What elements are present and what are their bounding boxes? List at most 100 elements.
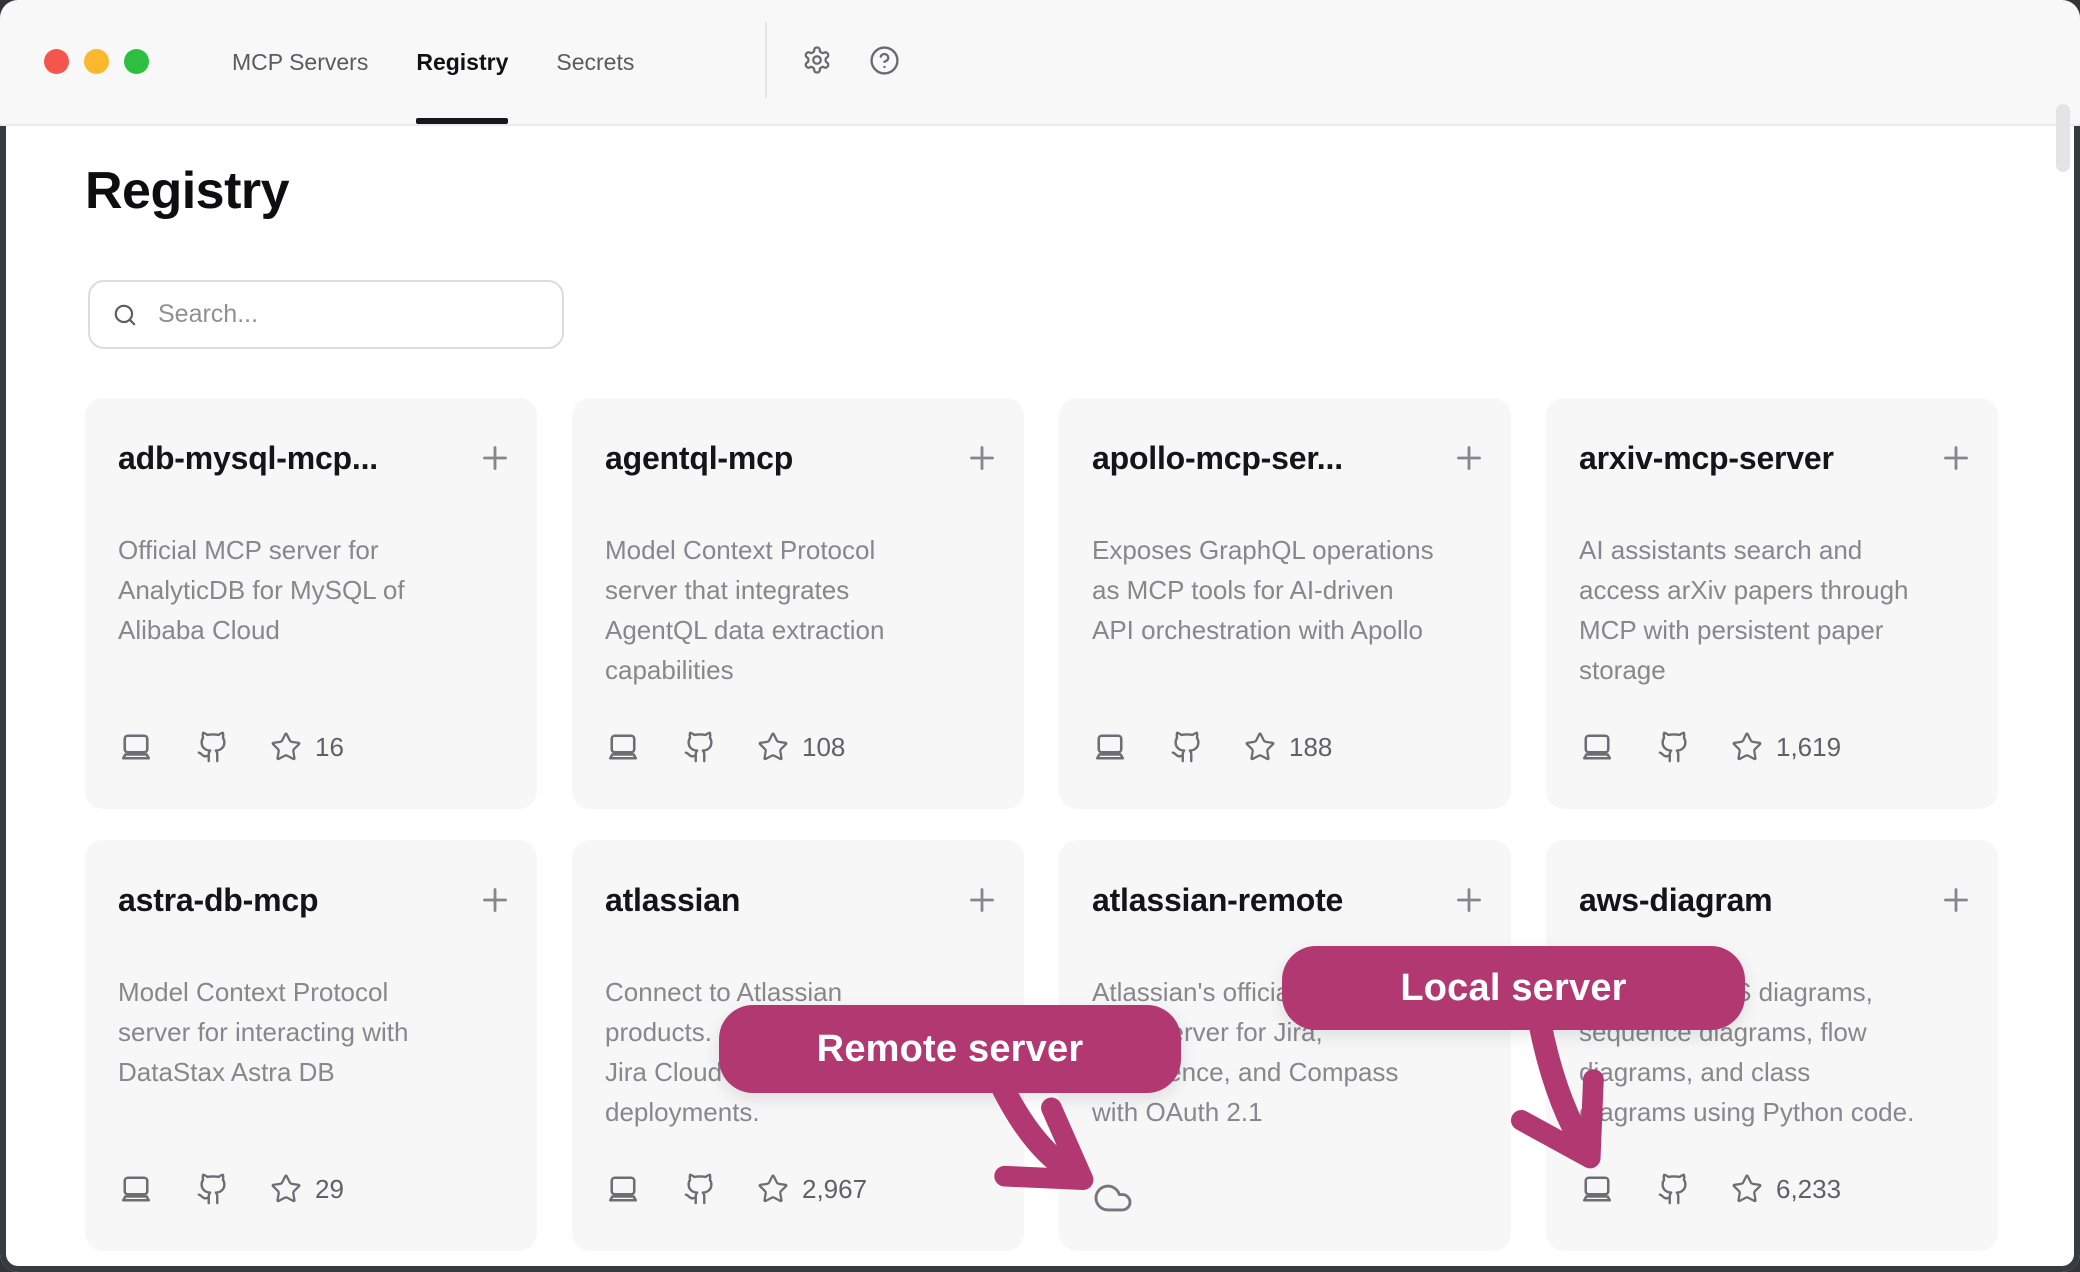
server-name: atlassian-remote bbox=[1092, 880, 1343, 920]
star-icon bbox=[1244, 731, 1276, 763]
tab-label: MCP Servers bbox=[232, 49, 368, 76]
add-server-button[interactable] bbox=[964, 882, 1000, 918]
laptop-icon bbox=[1579, 1171, 1615, 1207]
plus-icon bbox=[477, 440, 513, 476]
remote-server-callout: Remote server bbox=[719, 1005, 1181, 1093]
page-title: Registry bbox=[85, 160, 289, 222]
local-server-label: Local server bbox=[1400, 967, 1626, 1010]
server-card: apollo-mcp-ser... Exposes GraphQL operat… bbox=[1059, 398, 1511, 809]
add-server-button[interactable] bbox=[477, 882, 513, 918]
add-server-button[interactable] bbox=[1451, 882, 1487, 918]
tab-registry[interactable]: Registry bbox=[416, 0, 508, 124]
local-server-callout: Local server bbox=[1282, 946, 1745, 1030]
plus-icon bbox=[477, 882, 513, 918]
gear-icon bbox=[802, 45, 832, 75]
plus-icon bbox=[1938, 882, 1974, 918]
search-input[interactable] bbox=[156, 299, 520, 330]
plus-icon bbox=[1451, 440, 1487, 476]
card-header: atlassian-remote bbox=[1092, 880, 1487, 920]
card-header: astra-db-mcp bbox=[118, 880, 513, 920]
tab-label: Registry bbox=[416, 49, 508, 76]
scrollbar-thumb[interactable] bbox=[2056, 104, 2070, 172]
settings-button[interactable] bbox=[802, 45, 832, 75]
laptop-icon bbox=[605, 1171, 641, 1207]
add-server-button[interactable] bbox=[1938, 440, 1974, 476]
plus-icon bbox=[964, 882, 1000, 918]
card-footer-remote bbox=[1092, 1181, 1134, 1215]
card-footer: 1,619 bbox=[1579, 729, 1841, 765]
cloud-icon bbox=[1092, 1181, 1134, 1215]
help-button[interactable] bbox=[869, 45, 900, 76]
zoom-button[interactable] bbox=[124, 49, 149, 74]
search-icon bbox=[112, 302, 138, 328]
card-footer: 108 bbox=[605, 729, 845, 765]
tab-secrets[interactable]: Secrets bbox=[556, 0, 634, 124]
star-icon bbox=[757, 1173, 789, 1205]
github-icon bbox=[1657, 1172, 1691, 1206]
add-server-button[interactable] bbox=[1938, 882, 1974, 918]
github-icon bbox=[1657, 730, 1691, 764]
laptop-icon bbox=[1092, 729, 1128, 765]
card-footer: 29 bbox=[118, 1171, 344, 1207]
server-description: AI assistants search and access arXiv pa… bbox=[1579, 530, 1980, 690]
github-icon bbox=[196, 1172, 230, 1206]
laptop-icon bbox=[118, 729, 154, 765]
server-description: Exposes GraphQL operations as MCP tools … bbox=[1092, 530, 1493, 650]
card-header: adb-mysql-mcp... bbox=[118, 438, 513, 478]
card-footer: 6,233 bbox=[1579, 1171, 1841, 1207]
laptop-icon bbox=[605, 729, 641, 765]
server-card: adb-mysql-mcp... Official MCP server for… bbox=[85, 398, 537, 809]
close-button[interactable] bbox=[44, 49, 69, 74]
star-count: 188 bbox=[1289, 732, 1332, 763]
add-server-button[interactable] bbox=[1451, 440, 1487, 476]
server-name: astra-db-mcp bbox=[118, 880, 318, 920]
star-count: 2,967 bbox=[802, 1174, 867, 1205]
header-divider bbox=[765, 22, 767, 98]
minimize-button[interactable] bbox=[84, 49, 109, 74]
card-header: aws-diagram bbox=[1579, 880, 1974, 920]
plus-icon bbox=[964, 440, 1000, 476]
title-bar: MCP Servers Registry Secrets bbox=[0, 0, 2080, 126]
server-name: adb-mysql-mcp... bbox=[118, 438, 378, 478]
nav-tabs: MCP Servers Registry Secrets bbox=[232, 0, 634, 124]
server-card: agentql-mcp Model Context Protocol serve… bbox=[572, 398, 1024, 809]
server-name: arxiv-mcp-server bbox=[1579, 438, 1834, 478]
card-footer: 2,967 bbox=[605, 1171, 867, 1207]
add-server-button[interactable] bbox=[964, 440, 1000, 476]
server-grid: adb-mysql-mcp... Official MCP server for… bbox=[85, 398, 1998, 1251]
star-icon bbox=[757, 731, 789, 763]
server-name: apollo-mcp-ser... bbox=[1092, 438, 1343, 478]
laptop-icon bbox=[118, 1171, 154, 1207]
server-card: aws-diagram Generate AWS diagrams, seque… bbox=[1546, 840, 1998, 1251]
star-count: 16 bbox=[315, 732, 344, 763]
card-header: atlassian bbox=[605, 880, 1000, 920]
traffic-lights bbox=[44, 49, 149, 74]
server-description: Official MCP server for AnalyticDB for M… bbox=[118, 530, 519, 650]
server-card: arxiv-mcp-server AI assistants search an… bbox=[1546, 398, 1998, 809]
star-icon bbox=[1731, 1173, 1763, 1205]
github-icon bbox=[1170, 730, 1204, 764]
card-header: arxiv-mcp-server bbox=[1579, 438, 1974, 478]
app-window: MCP Servers Registry Secrets Registry bbox=[0, 0, 2080, 1272]
github-icon bbox=[683, 1172, 717, 1206]
star-count: 6,233 bbox=[1776, 1174, 1841, 1205]
star-count: 108 bbox=[802, 732, 845, 763]
github-icon bbox=[196, 730, 230, 764]
server-description: Model Context Protocol server for intera… bbox=[118, 972, 519, 1092]
plus-icon bbox=[1938, 440, 1974, 476]
star-icon bbox=[270, 731, 302, 763]
tab-label: Secrets bbox=[556, 49, 634, 76]
card-footer: 188 bbox=[1092, 729, 1332, 765]
star-count: 1,619 bbox=[1776, 732, 1841, 763]
star-icon bbox=[1731, 731, 1763, 763]
search-box bbox=[88, 280, 564, 349]
tab-mcp-servers[interactable]: MCP Servers bbox=[232, 0, 368, 124]
card-footer: 16 bbox=[118, 729, 344, 765]
plus-icon bbox=[1451, 882, 1487, 918]
github-icon bbox=[683, 730, 717, 764]
card-header: agentql-mcp bbox=[605, 438, 1000, 478]
help-icon bbox=[869, 45, 900, 76]
server-name: agentql-mcp bbox=[605, 438, 793, 478]
add-server-button[interactable] bbox=[477, 440, 513, 476]
star-count: 29 bbox=[315, 1174, 344, 1205]
